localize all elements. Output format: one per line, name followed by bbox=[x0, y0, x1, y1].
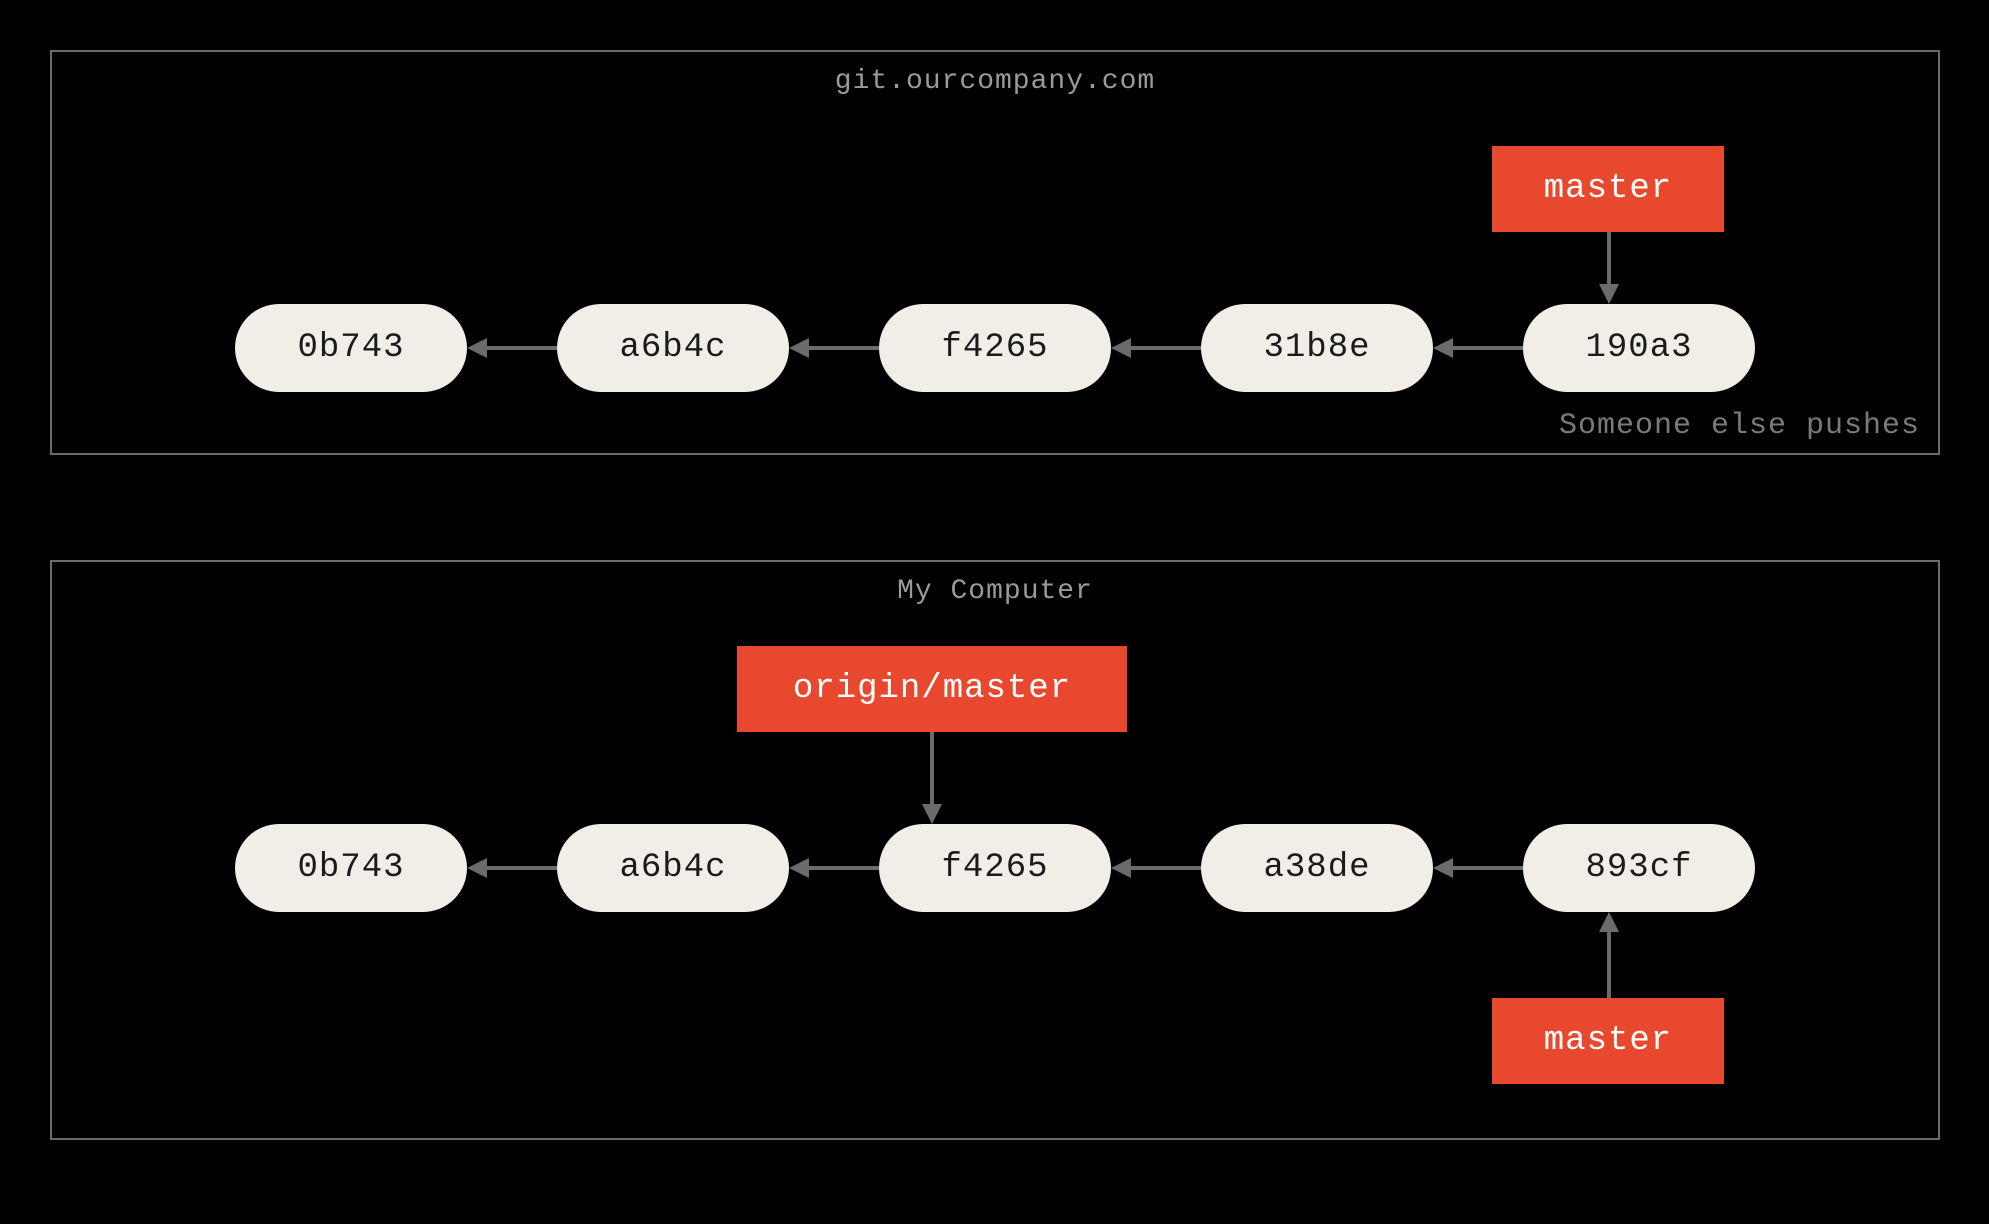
arrow-down-icon bbox=[1596, 232, 1622, 304]
ref-master-remote: master bbox=[1492, 146, 1724, 232]
arrow-left-icon bbox=[789, 335, 879, 361]
local-panel: My Computer origin/master 0b743 a6b4c f4… bbox=[50, 560, 1940, 1140]
remote-panel-title: git.ourcompany.com bbox=[52, 66, 1938, 97]
commit-node: f4265 bbox=[879, 304, 1111, 392]
ref-master-local: master bbox=[1492, 998, 1724, 1084]
commit-node: 893cf bbox=[1523, 824, 1755, 912]
ref-origin-master: origin/master bbox=[737, 646, 1127, 732]
commit-node: a6b4c bbox=[557, 304, 789, 392]
commit-node: 31b8e bbox=[1201, 304, 1433, 392]
remote-commit-row: 0b743 a6b4c f4265 31b8e 190a3 bbox=[52, 304, 1938, 392]
push-note: Someone else pushes bbox=[1559, 409, 1920, 443]
arrow-left-icon bbox=[1111, 335, 1201, 361]
local-panel-title: My Computer bbox=[52, 576, 1938, 607]
commit-node: a6b4c bbox=[557, 824, 789, 912]
arrow-down-icon bbox=[919, 732, 945, 824]
arrow-left-icon bbox=[789, 855, 879, 881]
commit-node: 0b743 bbox=[235, 824, 467, 912]
arrow-up-icon bbox=[1596, 912, 1622, 998]
commit-node: f4265 bbox=[879, 824, 1111, 912]
remote-panel: git.ourcompany.com master 0b743 a6b4c f4… bbox=[50, 50, 1940, 455]
arrow-left-icon bbox=[467, 855, 557, 881]
commit-node: 190a3 bbox=[1523, 304, 1755, 392]
arrow-left-icon bbox=[467, 335, 557, 361]
commit-node: 0b743 bbox=[235, 304, 467, 392]
arrow-left-icon bbox=[1111, 855, 1201, 881]
arrow-left-icon bbox=[1433, 855, 1523, 881]
commit-node: a38de bbox=[1201, 824, 1433, 912]
local-commit-row: 0b743 a6b4c f4265 a38de 893cf bbox=[52, 824, 1938, 912]
arrow-left-icon bbox=[1433, 335, 1523, 361]
